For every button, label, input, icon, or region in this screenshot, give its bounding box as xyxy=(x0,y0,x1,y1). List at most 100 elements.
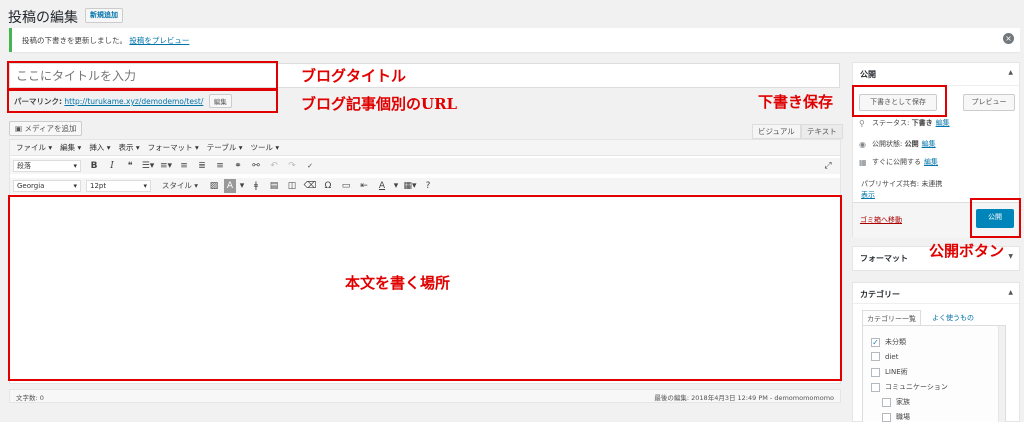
menu-table[interactable]: テーブル ▾ xyxy=(207,142,243,153)
outdent-icon[interactable]: ⇤ xyxy=(356,179,372,193)
menu-view[interactable]: 表示 ▾ xyxy=(118,142,139,153)
format-select[interactable]: 段落 ▾ xyxy=(13,160,81,172)
preview-button[interactable]: プレビュー xyxy=(963,94,1015,111)
schedule-row: ▦ すぐに公開する 編集 xyxy=(859,157,938,167)
spellcheck-icon[interactable]: ✓ xyxy=(302,159,318,173)
notice-text: 投稿の下書きを更新しました。 xyxy=(22,36,127,45)
category-item[interactable]: ✓ 未分類 xyxy=(871,337,906,347)
editor-statusbar: 文字数: 0 最後の編集: 2018年4月3日 12:49 PM - demom… xyxy=(9,389,841,403)
annotation-publish-button: 公開ボタン xyxy=(929,242,1005,260)
editor-toolbar-2: Georgia ▾ 12pt ▾ スタイル ▾ ▨ A ▾ ǂ ▤ ◫ ⌫ Ω ▭ … xyxy=(10,178,840,194)
media-icon: ▣ xyxy=(15,124,23,133)
expand-icon[interactable]: ▼ xyxy=(1008,253,1013,260)
collapse-icon[interactable]: ▲ xyxy=(1008,69,1013,76)
annotation-blog-title: ブログタイトル xyxy=(301,67,407,85)
categories-box: カテゴリー ▲ カテゴリー一覧 よく使うもの ✓ 未分類 diet LINE術 コ… xyxy=(852,282,1020,422)
visibility-row: ◉ 公開状態: 公開 編集 xyxy=(859,139,936,149)
italic-icon[interactable]: I xyxy=(104,159,120,173)
font-family-select[interactable]: Georgia ▾ xyxy=(13,180,81,192)
menu-format[interactable]: フォーマット ▾ xyxy=(148,142,199,153)
paste-icon[interactable]: ▤ xyxy=(266,179,282,193)
editor-toolbar-1: 段落 ▾ B I ❝ ☰▾ ≡▾ ≡ ≣ ≡ ⚭ ⚯ ↶ ↷ ✓ ⤢ xyxy=(10,158,840,174)
bg-color-icon[interactable]: A xyxy=(224,179,236,193)
font-size-select[interactable]: 12pt ▾ xyxy=(86,180,151,192)
menu-insert[interactable]: 挿入 ▾ xyxy=(89,142,110,153)
format-box-title: フォーマット xyxy=(860,254,908,263)
menu-file[interactable]: ファイル ▾ xyxy=(16,142,52,153)
help-icon[interactable]: ? xyxy=(420,179,436,193)
last-edited: 最後の編集: 2018年4月3日 12:49 PM - demomomomomo xyxy=(654,394,834,402)
style-select[interactable]: スタイル ▾ xyxy=(156,179,204,193)
categories-box-title: カテゴリー xyxy=(860,290,900,299)
eraser-icon[interactable]: ◫ xyxy=(284,179,300,193)
undo-icon[interactable]: ↶ xyxy=(266,159,282,173)
close-icon[interactable]: × xyxy=(1003,33,1014,44)
chevron-down-icon[interactable]: ▾ xyxy=(392,179,400,193)
update-notice: 投稿の下書きを更新しました。 投稿をプレビュー × xyxy=(9,28,1020,52)
table-icon[interactable]: ▦▾ xyxy=(402,179,418,193)
annotation-title-box xyxy=(7,61,278,90)
text-color-icon[interactable]: A xyxy=(374,179,390,193)
schedule-edit-link[interactable]: 編集 xyxy=(924,157,938,167)
status-row: ⚲ ステータス: 下書き 編集 xyxy=(859,118,950,128)
align-center-icon[interactable]: ≣ xyxy=(194,159,210,173)
category-tabs: カテゴリー一覧 よく使うもの xyxy=(862,310,1007,327)
checkbox-icon xyxy=(882,397,891,407)
word-count: 文字数: 0 xyxy=(16,394,44,402)
annotation-publish-box xyxy=(970,198,1021,238)
visibility-edit-link[interactable]: 編集 xyxy=(922,139,936,149)
category-scrollbar[interactable] xyxy=(998,326,1005,422)
page-title: 投稿の編集 xyxy=(8,10,78,26)
tab-popular-categories[interactable]: よく使うもの xyxy=(928,310,978,326)
align-left-icon[interactable]: ≡ xyxy=(176,159,192,173)
image-icon[interactable]: ▨ xyxy=(206,179,222,193)
preview-post-link[interactable]: 投稿をプレビュー xyxy=(129,36,189,45)
category-item[interactable]: diet xyxy=(871,352,898,361)
numbered-list-icon[interactable]: ≡▾ xyxy=(158,159,174,173)
trash-link[interactable]: ゴミ箱へ移動 xyxy=(860,215,902,225)
chevron-down-icon[interactable]: ▾ xyxy=(238,179,246,193)
blockquote-icon[interactable]: ❝ xyxy=(122,159,138,173)
hr-icon[interactable]: ▭ xyxy=(338,179,354,193)
checkbox-icon xyxy=(871,382,880,392)
bullet-list-icon[interactable]: ☰▾ xyxy=(140,159,156,173)
redo-icon[interactable]: ↷ xyxy=(284,159,300,173)
tab-visual[interactable]: ビジュアル xyxy=(752,124,801,139)
collapse-icon[interactable]: ▲ xyxy=(1008,289,1013,296)
add-new-button[interactable]: 新規追加 xyxy=(85,8,123,23)
category-list: ✓ 未分類 diet LINE術 コミュニケーション 家族 職場 xyxy=(862,325,1006,422)
checkbox-icon xyxy=(882,412,891,422)
pin-icon: ⚲ xyxy=(859,118,865,128)
category-item[interactable]: LINE術 xyxy=(871,367,908,377)
publicize-show-link[interactable]: 表示 xyxy=(861,190,875,200)
align-right-icon[interactable]: ≡ xyxy=(212,159,228,173)
annotation-draft-save: 下書き保存 xyxy=(758,93,834,111)
bold-icon[interactable]: B xyxy=(86,159,102,173)
clear-format-icon[interactable]: ⌫ xyxy=(302,179,318,193)
fullscreen-icon[interactable]: ⤢ xyxy=(820,159,836,173)
unlink-icon[interactable]: ⚯ xyxy=(248,159,264,173)
add-media-button[interactable]: ▣ メディアを追加 xyxy=(9,121,83,136)
omega-icon[interactable]: Ω xyxy=(320,179,336,193)
checkbox-checked-icon: ✓ xyxy=(871,337,880,347)
annotation-blog-url: ブログ記事個別のURL xyxy=(301,95,458,113)
menu-edit[interactable]: 編集 ▾ xyxy=(60,142,81,153)
editor-menubar: ファイル ▾ 編集 ▾ 挿入 ▾ 表示 ▾ フォーマット ▾ テーブル ▾ ツー… xyxy=(10,140,840,156)
tab-text[interactable]: テキスト xyxy=(801,124,843,139)
category-item[interactable]: 職場 xyxy=(882,412,910,422)
link-icon[interactable]: ⚭ xyxy=(230,159,246,173)
strikethrough-icon[interactable]: ǂ xyxy=(248,179,264,193)
category-item[interactable]: 家族 xyxy=(882,397,910,407)
category-item[interactable]: コミュニケーション xyxy=(871,382,948,392)
annotation-url-box xyxy=(7,89,278,113)
calendar-icon: ▦ xyxy=(859,157,867,167)
publish-box-title: 公開 xyxy=(860,70,876,79)
add-media-label: メディアを追加 xyxy=(24,124,77,133)
eye-icon: ◉ xyxy=(859,139,866,149)
status-edit-link[interactable]: 編集 xyxy=(936,118,950,128)
annotation-draft-box xyxy=(852,85,947,117)
menu-tools[interactable]: ツール ▾ xyxy=(250,142,279,153)
checkbox-icon xyxy=(871,352,880,361)
annotation-body-area: 本文を書く場所 xyxy=(345,274,451,292)
checkbox-icon xyxy=(871,367,880,377)
